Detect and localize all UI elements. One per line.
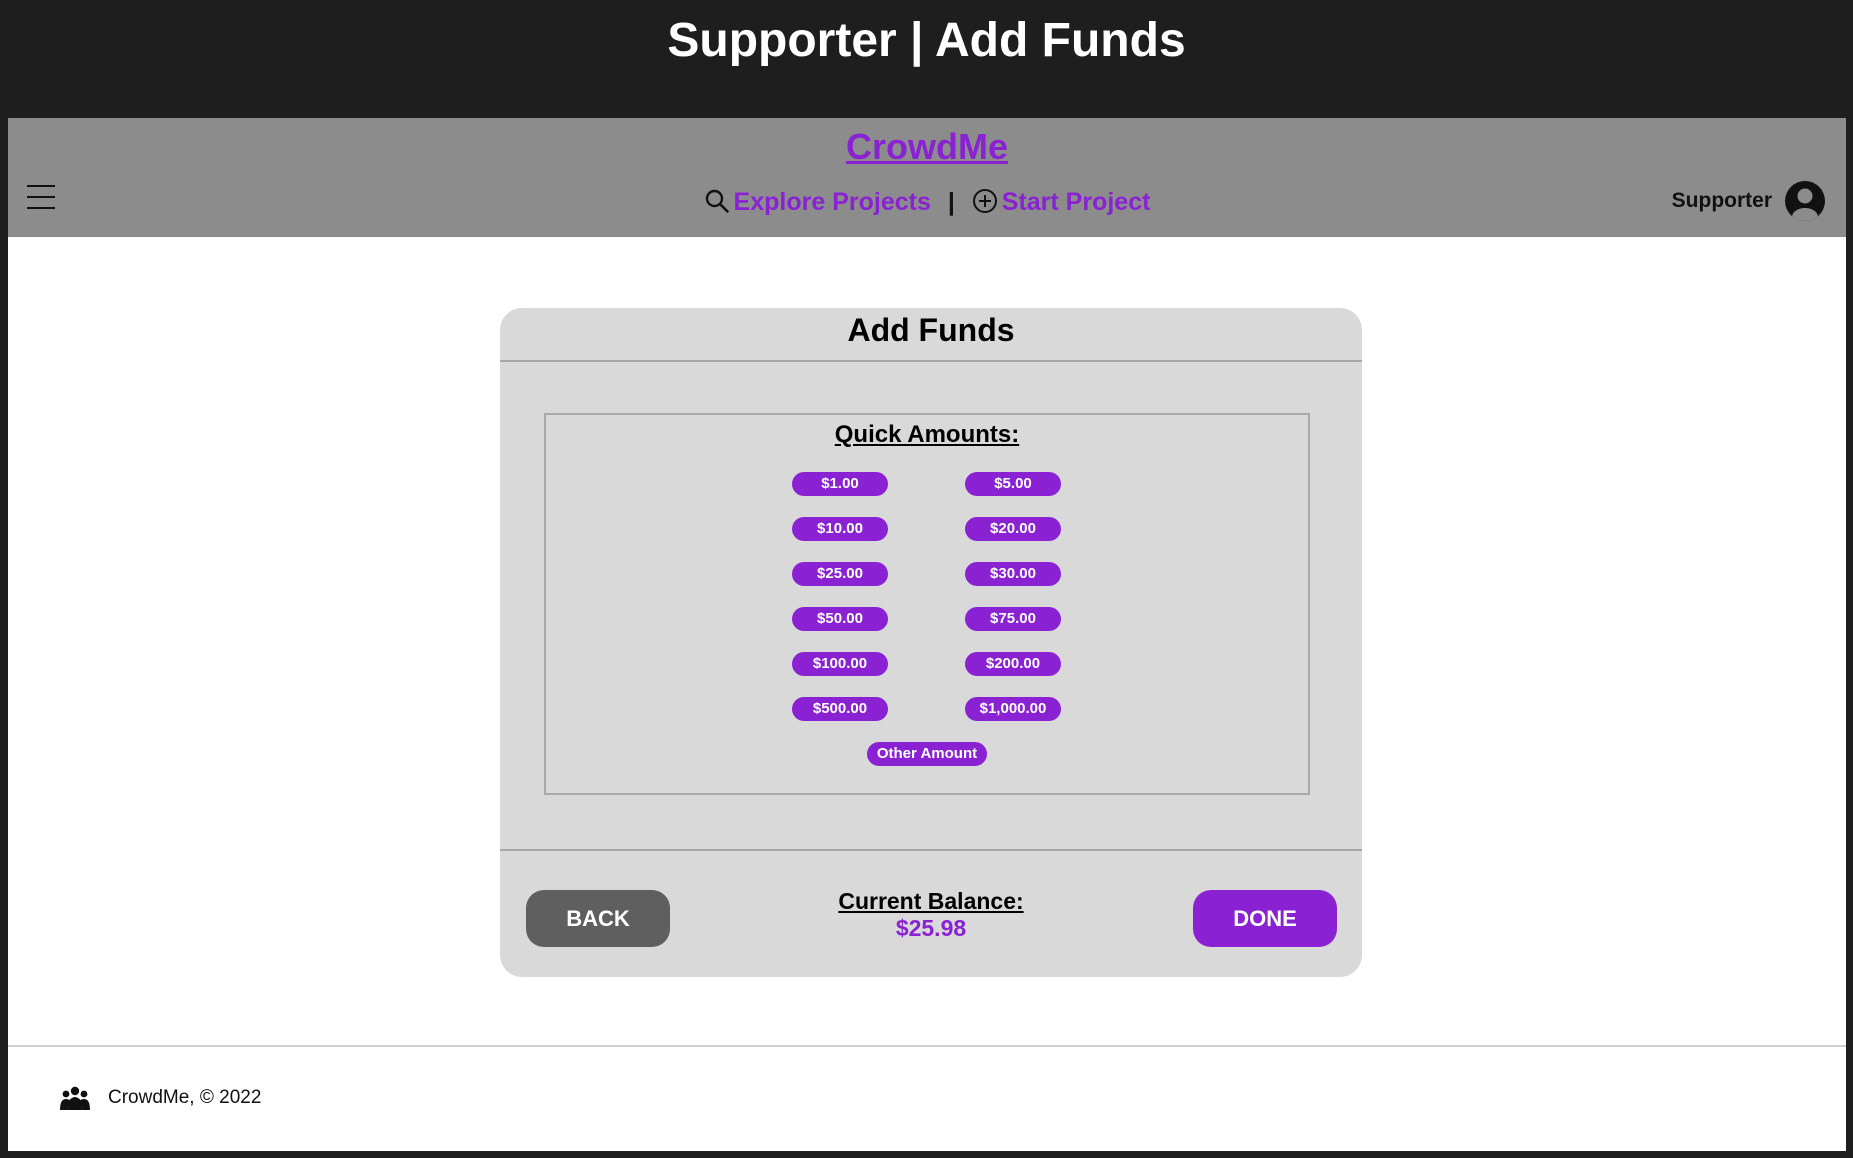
explore-projects-link[interactable]: Explore Projects [704,188,938,216]
user-avatar-icon [1785,181,1825,221]
footer-text: CrowdMe, © 2022 [108,1087,262,1108]
amount-button[interactable]: $5.00 [965,472,1061,496]
done-button[interactable]: DONE [1193,890,1337,947]
amount-button[interactable]: $1,000.00 [965,697,1061,721]
amount-button[interactable]: $25.00 [792,562,888,586]
start-project-label: Start Project [1001,188,1151,216]
start-project-link[interactable]: Start Project [965,188,1151,216]
brand-link[interactable]: CrowdMe [8,126,1846,168]
other-amount-button[interactable]: Other Amount [867,742,987,766]
amount-button[interactable]: $100.00 [792,652,888,676]
plus-circle-icon [972,189,997,213]
amount-button[interactable]: $200.00 [965,652,1061,676]
footer-divider [8,1045,1846,1047]
amount-button[interactable]: $10.00 [792,517,888,541]
quick-amounts-panel: Quick Amounts: $1.00 $5.00 $10.00 $20.00… [544,413,1310,795]
user-role-label: Supporter [1671,189,1772,212]
amount-button[interactable]: $20.00 [965,517,1061,541]
nav-links: Explore Projects | Start Project [8,188,1846,217]
card-divider [500,849,1362,851]
people-icon [60,1086,90,1110]
footer: CrowdMe, © 2022 [60,1085,261,1111]
amount-button[interactable]: $500.00 [792,697,888,721]
amount-button[interactable]: $75.00 [965,607,1061,631]
amount-button[interactable]: $50.00 [792,607,888,631]
search-icon [705,189,729,213]
nav-separator: | [947,188,955,216]
amount-button[interactable]: $30.00 [965,562,1061,586]
page-title: Supporter | Add Funds [667,14,1186,67]
user-menu[interactable]: Supporter [1672,180,1826,222]
card-title: Add Funds [500,308,1362,362]
add-funds-card: Add Funds Quick Amounts: $1.00 $5.00 $10… [500,308,1362,977]
quick-amounts-title: Quick Amounts: [834,421,1020,448]
app-frame: CrowdMe Explore Projects | Start Project… [8,118,1846,1151]
amount-button[interactable]: $1.00 [792,472,888,496]
top-navbar: CrowdMe Explore Projects | Start Project… [8,118,1846,237]
explore-projects-label: Explore Projects [733,188,931,216]
